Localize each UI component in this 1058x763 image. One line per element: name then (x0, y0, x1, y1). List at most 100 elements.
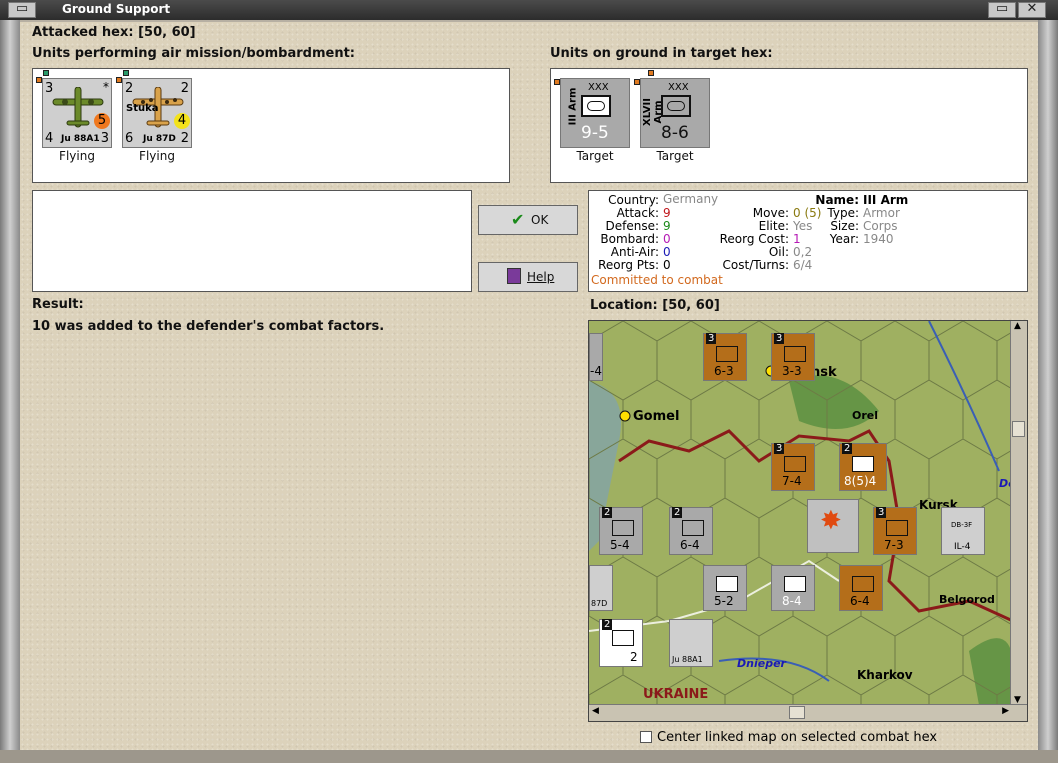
air-units-heading: Units performing air mission/bombardment… (32, 46, 356, 61)
map-counter[interactable]: 2 6-4 (669, 507, 713, 555)
map-counter[interactable]: 5-2 (703, 565, 747, 611)
unit-subname: Stuka (126, 103, 159, 114)
counter-value: -4 (590, 364, 602, 378)
unit-status-dot (123, 70, 129, 76)
attacked-hex-label: Attacked hex: [50, 60] (32, 25, 196, 40)
counter-value: 6-3 (714, 364, 734, 378)
name-label: Name: (815, 193, 859, 207)
air-unit-status: Flying (59, 149, 95, 163)
size-label: Size: (830, 219, 859, 233)
counter-value: 5-4 (610, 538, 630, 552)
unit-bottom-right: 3 (100, 131, 109, 146)
ground-unit-iii-arm[interactable]: XXX III Arm 9-5 (560, 78, 630, 148)
center-map-checkbox[interactable] (640, 731, 652, 743)
left-border (0, 20, 20, 750)
result-label: Result: (32, 297, 84, 312)
unit-strength-badge: 5 (94, 113, 110, 129)
maximize-icon: ▭ (995, 1, 1009, 16)
defense-label: Defense: (605, 219, 659, 233)
help-label: Help (527, 270, 555, 284)
map-counter[interactable]: 8-4 (771, 565, 815, 611)
infantry-symbol-icon (784, 576, 806, 592)
air-unit-ju88[interactable]: 3 * 5 4 Ju 88A1 3 (42, 78, 112, 148)
unit-status-dot (43, 70, 49, 76)
scroll-up-icon[interactable]: ▲ (1014, 321, 1021, 331)
country-label: Country: (608, 193, 659, 207)
map-counter[interactable]: 6-4 (839, 565, 883, 611)
maximize-button[interactable]: ▭ (988, 1, 1016, 18)
counter-air-name: Ju 88A1 (672, 655, 703, 664)
counter-top: 2 (842, 443, 853, 454)
mountain-symbol-icon (784, 346, 806, 362)
counter-value: 8-4 (782, 594, 802, 608)
map-counter[interactable]: 2 2 (599, 619, 643, 667)
unit-type-name: Ju 88A1 (61, 134, 100, 144)
infantry-symbol-icon (852, 576, 874, 592)
scroll-left-icon[interactable]: ◀ (592, 706, 599, 716)
close-icon: ✕ (1026, 1, 1038, 16)
close-button[interactable]: ✕ (1018, 1, 1046, 18)
combat-map[interactable]: Gomel Orel Kursk Belgorod Kharkov nsk De… (588, 320, 1028, 722)
counter-top: 2 (602, 619, 613, 630)
title-bar: ▭ Ground Support ▭ ✕ (0, 0, 1058, 20)
counter-value: 5-2 (714, 594, 734, 608)
name-value: III Arm (863, 193, 909, 207)
size-value: Corps (863, 219, 898, 233)
infantry-symbol-icon (886, 520, 908, 536)
map-air-counter[interactable]: Ju 88A1 (669, 619, 713, 667)
counter-value: 7-4 (782, 474, 802, 488)
counter-top: 2 (672, 507, 683, 518)
system-menu-button[interactable]: ▭ (8, 1, 36, 18)
oil-label: Oil: (768, 245, 789, 259)
counter-value: 2 (630, 650, 638, 664)
map-counter-target[interactable]: 2 8(5)4 (839, 443, 887, 491)
map-counter[interactable]: 3 6-3 (703, 333, 747, 381)
bombard-value: 0 (663, 232, 671, 246)
explosion-icon: ✸ (820, 506, 842, 536)
ground-unit-xlvii-arm[interactable]: XXX XLVII Arm 8-6 (640, 78, 710, 148)
help-button[interactable]: Help (478, 262, 578, 292)
counter-value: 8(5)4 (844, 474, 877, 488)
scroll-right-icon[interactable]: ▶ (1002, 706, 1009, 716)
unit-type-name: Ju 87D (143, 134, 176, 144)
counter-top: 3 (706, 333, 717, 344)
oil-value: 0,2 (793, 245, 813, 259)
type-label: Type: (827, 206, 859, 220)
ground-units-heading: Units on ground in target hex: (550, 46, 773, 61)
infantry-symbol-icon (682, 520, 704, 536)
air-unit-ju87[interactable]: 2 2 Stuka 4 6 Ju 87D 2 (122, 78, 192, 148)
map-counter[interactable]: 2 5-4 (599, 507, 643, 555)
map-horizontal-scrollbar[interactable]: ◀ ▶ (589, 704, 1027, 721)
checkmark-icon: ✔ (511, 210, 525, 229)
infantry-symbol-icon (716, 346, 738, 362)
map-counter-partial[interactable]: -4 (589, 333, 603, 381)
bottom-border (0, 750, 1058, 763)
reorg-cost-label: Reorg Cost: (719, 232, 789, 246)
map-counter[interactable]: 3 7-4 (771, 443, 815, 491)
vertical-scroll-thumb[interactable] (1012, 421, 1025, 437)
counter-top: 3 (774, 333, 785, 344)
map-counter[interactable]: 3 7-3 (873, 507, 917, 555)
map-city: Belgorod (939, 593, 995, 606)
antiair-value: 0 (663, 245, 671, 259)
map-air-counter[interactable]: 87D (589, 565, 613, 611)
ground-unit-status: Target (576, 149, 614, 163)
attack-value: 9 (663, 206, 671, 220)
map-city: Gomel (633, 409, 680, 424)
infantry-symbol-icon (612, 630, 634, 646)
unit-combat-value: 9-5 (581, 123, 609, 143)
unit-size: XXX (668, 82, 689, 93)
horizontal-scroll-thumb[interactable] (789, 706, 805, 719)
counter-air-name: DB-3F (951, 521, 973, 529)
unit-name-vertical: III Arm (567, 87, 579, 126)
map-air-counter[interactable]: IL-4 (941, 507, 985, 555)
combat-hex-marker[interactable]: ✸ (807, 499, 859, 553)
move-label: Move: (752, 206, 789, 220)
map-vertical-scrollbar[interactable]: ▲ ▼ (1010, 321, 1027, 705)
map-region-label: UKRAINE (643, 687, 709, 702)
combat-status: Committed to combat (591, 273, 723, 287)
ok-label: OK (531, 213, 549, 227)
map-counter[interactable]: 3 3-3 (771, 333, 815, 381)
ok-button[interactable]: ✔ OK (478, 205, 578, 235)
defense-value: 9 (663, 219, 671, 233)
